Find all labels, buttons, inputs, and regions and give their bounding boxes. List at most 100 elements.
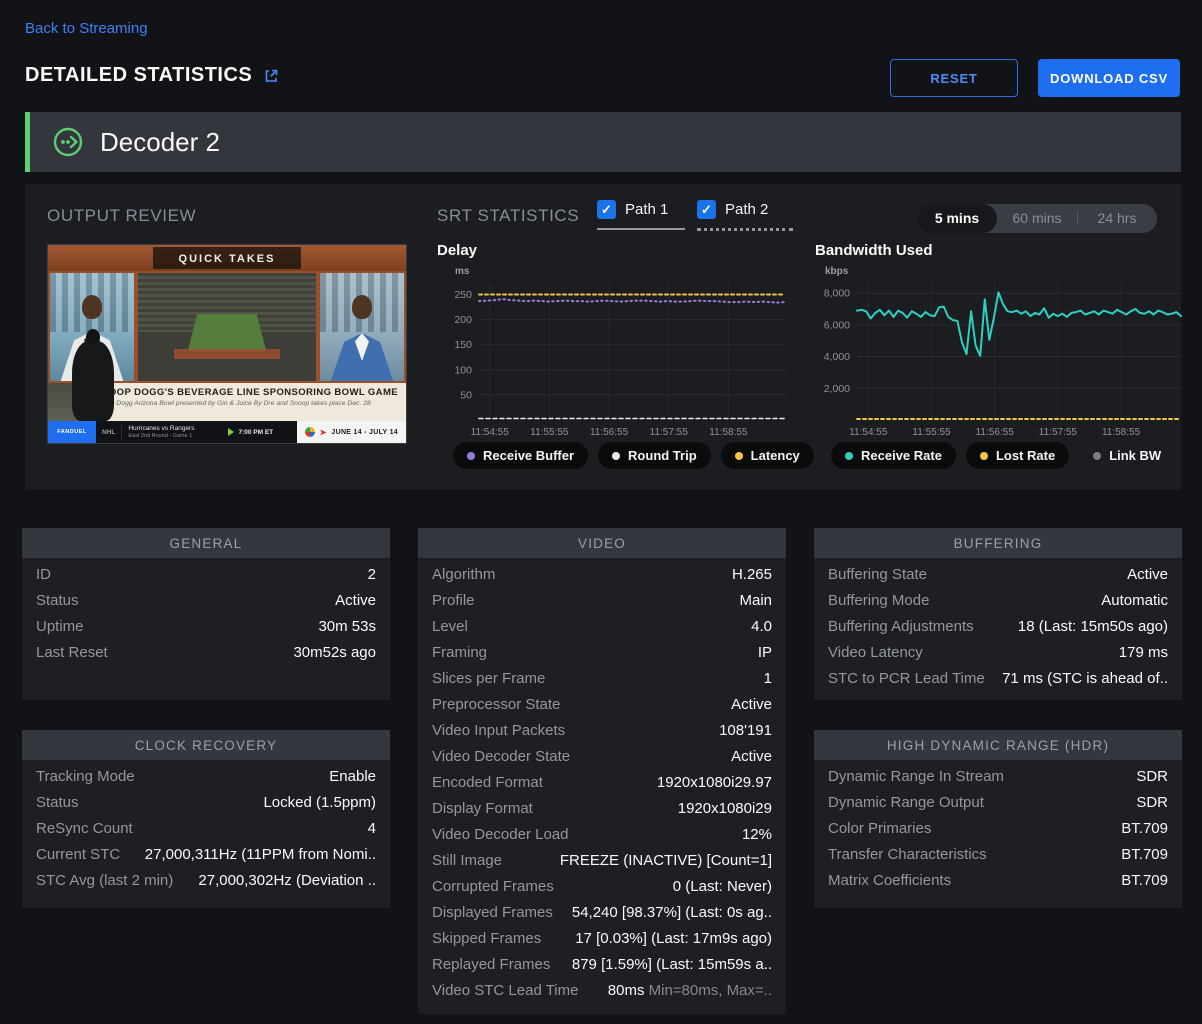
stat-value: 30m 53s	[318, 618, 376, 635]
legend-link-bw[interactable]: Link BW	[1079, 442, 1175, 469]
buffering-panel: BUFFERING Buffering StateActiveBuffering…	[814, 528, 1182, 700]
svg-text:2,000: 2,000	[824, 383, 850, 395]
external-link-icon[interactable]	[262, 67, 280, 85]
stat-value: 30m52s ago	[293, 644, 376, 661]
svg-text:11:56:55: 11:56:55	[976, 427, 1015, 438]
svg-text:11:58:55: 11:58:55	[1102, 427, 1141, 438]
stat-value: 12%	[742, 826, 772, 843]
stat-value: 1920x1080i29	[678, 800, 772, 817]
back-to-streaming-link[interactable]: Back to Streaming	[25, 20, 148, 37]
path2-label: Path 2	[725, 201, 768, 218]
download-csv-button[interactable]: DOWNLOAD CSV	[1038, 59, 1180, 97]
stat-label: STC Avg (last 2 min)	[36, 872, 173, 889]
stat-label: Matrix Coefficients	[828, 872, 951, 889]
stat-value: 1	[764, 670, 772, 687]
svg-text:6,000: 6,000	[824, 319, 850, 331]
legend-receive-buffer[interactable]: Receive Buffer	[453, 442, 588, 469]
reset-button[interactable]: RESET	[890, 59, 1018, 97]
lower-third-headline: SNOOP DOGG'S BEVERAGE LINE SPONSORING BO…	[95, 387, 398, 398]
stat-row: Video Decoder StateActive	[418, 748, 786, 774]
video-panel: VIDEO AlgorithmH.265ProfileMainLevel4.0F…	[418, 528, 786, 1014]
ticker-bar: FANDUEL NHL Hurricanes vs Rangers East 2…	[48, 421, 406, 443]
stat-label: Tracking Mode	[36, 768, 135, 785]
legend-latency[interactable]: Latency	[721, 442, 814, 469]
stat-label: Encoded Format	[432, 774, 543, 791]
stat-label: Dynamic Range Output	[828, 794, 984, 811]
stat-row: Dynamic Range In StreamSDR	[814, 768, 1182, 794]
legend-round-trip[interactable]: Round Trip	[598, 442, 711, 469]
stat-label: Last Reset	[36, 644, 108, 661]
delay-chart-legend: Receive Buffer Round Trip Latency	[453, 442, 814, 469]
stat-label: Buffering Mode	[828, 592, 929, 609]
legend-dot-icon	[735, 452, 743, 460]
stat-row: Buffering ModeAutomatic	[814, 592, 1182, 618]
stat-row: Slices per Frame1	[418, 670, 786, 696]
video-panel-title: VIDEO	[418, 528, 786, 558]
thumbnail-show-title: QUICK TAKES	[179, 253, 276, 265]
stat-label: Video Latency	[828, 644, 923, 661]
stat-value: 4	[368, 820, 376, 837]
stat-value: 2	[368, 566, 376, 583]
statistics-card: OUTPUT REVIEW QUICK TAKES SNOOP DOGG'S B…	[25, 184, 1181, 490]
stat-row: Video Latency179 ms	[814, 644, 1182, 670]
stat-value: 71 ms (STC is ahead of..	[1002, 670, 1168, 687]
legend-label: Receive Rate	[861, 448, 942, 463]
stat-label: Profile	[432, 592, 475, 609]
stat-row: Display Format1920x1080i29	[418, 800, 786, 826]
decoder-banner: Decoder 2	[25, 112, 1181, 172]
legend-dot-icon	[467, 452, 475, 460]
ticker-time: 7:00 PM ET	[238, 429, 273, 436]
stat-label: Dynamic Range In Stream	[828, 768, 1004, 785]
stat-label: ID	[36, 566, 51, 583]
stat-row: ReSync Count 4	[22, 820, 390, 846]
range-60mins[interactable]: 60 mins	[997, 204, 1077, 233]
stat-value: 80ms Min=80ms, Max=..	[608, 982, 772, 999]
bandwidth-chart-title: Bandwidth Used	[815, 242, 933, 259]
range-5mins[interactable]: 5 mins	[917, 204, 997, 233]
stat-label: Algorithm	[432, 566, 495, 583]
path1-toggle[interactable]: ✓ Path 1	[597, 200, 685, 230]
stat-value: 54,240 [98.37%] (Last: 0s ag..	[572, 904, 772, 921]
svg-text:11:57:55: 11:57:55	[650, 427, 689, 438]
path2-checkbox[interactable]: ✓	[697, 200, 716, 219]
stat-label: ReSync Count	[36, 820, 133, 837]
stat-row: Profile Main	[418, 592, 786, 618]
stat-row: Current STC 27,000,311Hz (11PPM from Nomi…	[22, 846, 390, 872]
stat-value: Main	[739, 592, 772, 609]
legend-label: Link BW	[1109, 448, 1161, 463]
stat-row: Transfer CharacteristicsBT.709	[814, 846, 1182, 872]
stat-row: STC to PCR Lead Time71 ms (STC is ahead …	[814, 670, 1182, 696]
stat-label: Replayed Frames	[432, 956, 550, 973]
stat-label: Status	[36, 794, 79, 811]
stat-value: 17 [0.03%] (Last: 17m9s ago)	[575, 930, 772, 947]
delay-chart-title: Delay	[437, 242, 477, 259]
stat-label: Buffering State	[828, 566, 927, 583]
stat-label: Current STC	[36, 846, 120, 863]
path1-checkbox[interactable]: ✓	[597, 200, 616, 219]
svg-text:250: 250	[454, 289, 472, 301]
fanduel-logo: FANDUEL	[48, 421, 96, 443]
legend-label: Receive Buffer	[483, 448, 574, 463]
path2-toggle[interactable]: ✓ Path 2	[697, 200, 793, 231]
stat-label: Video Decoder State	[432, 748, 570, 765]
hdr-panel-title: HIGH DYNAMIC RANGE (HDR)	[814, 730, 1182, 760]
output-review-heading: OUTPUT REVIEW	[47, 206, 196, 226]
legend-dot-icon	[1093, 452, 1101, 460]
svg-text:11:55:55: 11:55:55	[530, 427, 569, 438]
stat-row: Preprocessor StateActive	[418, 696, 786, 722]
thumbnail-top-banner: QUICK TAKES	[48, 245, 406, 271]
stat-row: ID 2	[22, 566, 390, 592]
stat-value: IP	[758, 644, 772, 661]
legend-receive-rate[interactable]: Receive Rate	[831, 442, 956, 469]
legend-dot-icon	[612, 452, 620, 460]
legend-lost-rate[interactable]: Lost Rate	[966, 442, 1069, 469]
stat-row: Corrupted Frames 0 (Last: Never)	[418, 878, 786, 904]
chevron-icon: ➤	[320, 428, 327, 437]
stat-value: 27,000,311Hz (11PPM from Nomi..	[145, 846, 376, 863]
svg-text:150: 150	[454, 339, 472, 351]
stat-label: Corrupted Frames	[432, 878, 554, 895]
stat-value: 0 (Last: Never)	[673, 878, 772, 895]
ticker-promo-dates: JUNE 14 - JULY 14	[331, 429, 398, 436]
range-24hrs[interactable]: 24 hrs	[1077, 204, 1157, 233]
stat-row: Buffering StateActive	[814, 566, 1182, 592]
